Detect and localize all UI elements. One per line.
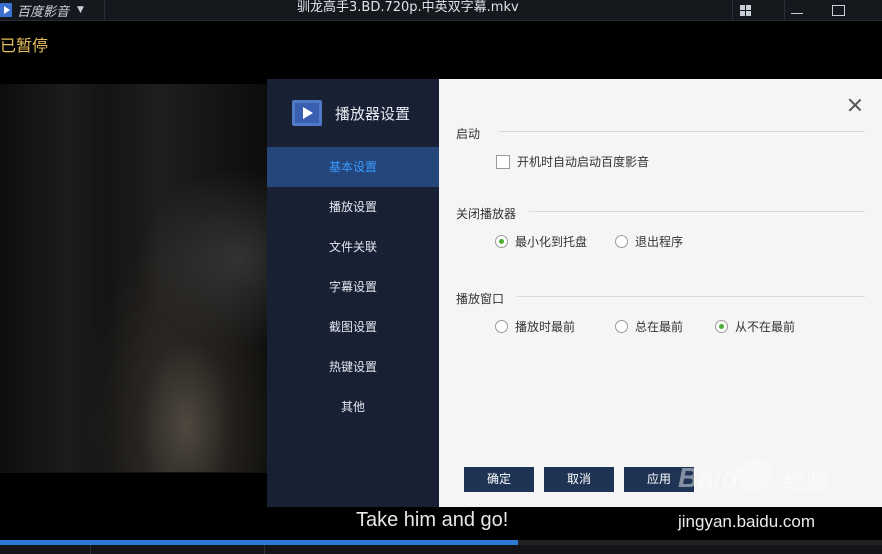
section-divider (517, 296, 865, 297)
grid-icon (739, 4, 751, 16)
control-divider (264, 545, 265, 554)
title-bar: 百度影音 ▼ 驯龙高手3.BD.720p.中英双字幕.mkv (0, 0, 882, 21)
close-option-minimize[interactable]: 最小化到托盘 (495, 233, 587, 250)
watermark-url: jingyan.baidu.com (678, 512, 816, 531)
window-option-top-when-playing-label: 播放时最前 (515, 320, 576, 334)
dialog-title: 播放器设置 (335, 104, 411, 123)
player-logo-icon (292, 100, 322, 126)
autostart-option[interactable]: 开机时自动启动百度影音 (496, 153, 649, 170)
nav-subtitle[interactable]: 字幕设置 (267, 267, 439, 307)
window-option-always-top[interactable]: 总在最前 (615, 318, 683, 335)
control-bar (0, 545, 882, 554)
window-option-top-when-playing[interactable]: 播放时最前 (495, 318, 575, 335)
autostart-label: 开机时自动启动百度影音 (517, 155, 650, 169)
section-close-title: 关闭播放器 (456, 207, 517, 221)
paused-status: 已暂停 (0, 36, 49, 55)
nav-file-association[interactable]: 文件关联 (267, 227, 439, 267)
baidu-watermark: Baid 经验 jingyan.baidu.com (678, 458, 878, 538)
radio-top-when-playing[interactable] (495, 320, 508, 333)
settings-dialog: 播放器设置 基本设置 播放设置 文件关联 字幕设置 截图设置 热键设置 其他 启… (267, 79, 882, 507)
radio-never-top[interactable] (715, 320, 728, 333)
minimize-icon (791, 12, 803, 14)
dialog-content: 启动 开机时自动启动百度影音 关闭播放器 最小化到托盘 退出程序 播放窗口 播放… (439, 79, 882, 507)
watermark-brand: Baid (678, 462, 739, 493)
app-menu[interactable]: 百度影音 ▼ (0, 0, 105, 20)
radio-always-top[interactable] (615, 320, 628, 333)
section-divider (529, 211, 865, 212)
close-option-exit[interactable]: 退出程序 (615, 233, 683, 250)
nav-basic[interactable]: 基本设置 (267, 147, 439, 187)
close-option-exit-label: 退出程序 (635, 235, 684, 249)
radio-exit[interactable] (615, 235, 628, 248)
window-option-always-top-label: 总在最前 (635, 320, 684, 334)
nav-screenshot[interactable]: 截图设置 (267, 307, 439, 347)
radio-minimize[interactable] (495, 235, 508, 248)
file-title: 驯龙高手3.BD.720p.中英双字幕.mkv (297, 0, 519, 15)
section-window-title: 播放窗口 (456, 292, 505, 306)
video-frame[interactable] (0, 84, 267, 472)
cancel-button[interactable]: 取消 (544, 467, 614, 492)
autostart-checkbox[interactable] (496, 154, 510, 169)
nav-other[interactable]: 其他 (267, 387, 439, 427)
dialog-header: 播放器设置 (267, 79, 439, 147)
section-startup-title: 启动 (456, 127, 481, 141)
close-option-minimize-label: 最小化到托盘 (515, 235, 588, 249)
layout-button[interactable] (732, 0, 757, 20)
app-logo-icon (0, 3, 12, 17)
video-subtitle: Take him and go! (356, 509, 509, 531)
window-option-never-top[interactable]: 从不在最前 (715, 318, 795, 335)
nav-playback[interactable]: 播放设置 (267, 187, 439, 227)
app-name: 百度影音 (17, 4, 70, 20)
ok-button[interactable]: 确定 (464, 467, 534, 492)
maximize-icon (831, 4, 845, 16)
control-divider (90, 545, 91, 554)
dialog-sidebar: 播放器设置 基本设置 播放设置 文件关联 字幕设置 截图设置 热键设置 其他 (267, 79, 439, 507)
close-icon[interactable] (847, 97, 863, 113)
paw-icon (738, 458, 772, 492)
nav-hotkey[interactable]: 热键设置 (267, 347, 439, 387)
section-divider (499, 131, 865, 132)
chevron-down-icon[interactable]: ▼ (77, 5, 84, 15)
window-option-never-top-label: 从不在最前 (735, 320, 796, 334)
settings-nav: 基本设置 播放设置 文件关联 字幕设置 截图设置 热键设置 其他 (267, 147, 439, 427)
minimize-button[interactable] (784, 0, 809, 20)
watermark-cn: 经验 (784, 470, 829, 495)
maximize-button[interactable] (826, 0, 850, 20)
